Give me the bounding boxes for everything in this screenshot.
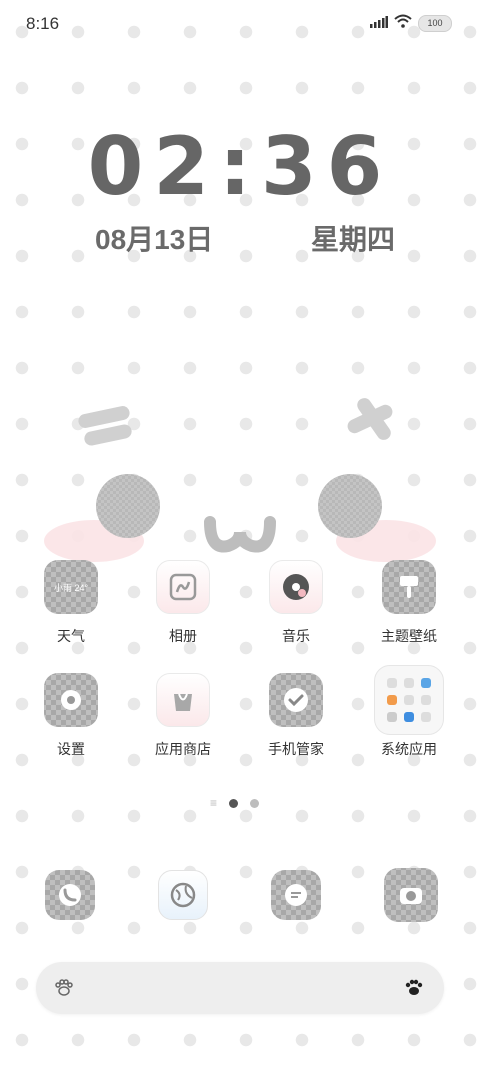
app-system-folder[interactable]: 系统应用	[353, 665, 465, 759]
date-line: 08月13日 星期四	[95, 218, 395, 258]
page-indicator[interactable]: ≡	[210, 796, 260, 810]
app-label: 主题壁纸	[381, 628, 437, 644]
wifi-icon	[394, 14, 412, 33]
date-text: 08月13日	[95, 224, 214, 255]
mouth-decoration	[200, 512, 280, 561]
page-dot[interactable]	[250, 798, 260, 808]
clock-separator: :	[219, 120, 261, 213]
status-icons: 100	[370, 14, 452, 33]
camera-icon[interactable]	[384, 868, 438, 922]
clock-widget[interactable]: 02:36	[0, 120, 480, 213]
left-eye-decoration	[96, 474, 160, 538]
app-store[interactable]: 应用商店	[127, 673, 239, 759]
paw-filled-icon[interactable]	[404, 978, 424, 1003]
browser-globe-icon[interactable]	[158, 870, 208, 920]
weekday-text: 星期四	[310, 224, 395, 255]
app-label: 相册	[169, 628, 197, 644]
app-music[interactable]: 音乐	[240, 560, 352, 646]
clock-hours: 02	[87, 120, 219, 213]
app-gallery[interactable]: 相册	[127, 560, 239, 646]
music-icon	[269, 560, 323, 614]
paw-outline-icon[interactable]	[54, 978, 74, 1003]
system-apps-folder-icon	[374, 665, 444, 735]
weather-icon-text: 小雨 24°	[53, 582, 89, 593]
app-label: 手机管家	[268, 741, 324, 757]
settings-gear-icon	[44, 673, 98, 727]
signal-icon	[370, 15, 388, 33]
page-dot-active[interactable]	[229, 798, 239, 808]
app-weather[interactable]: 小雨 24° 天气	[15, 560, 127, 646]
theme-brush-icon	[382, 560, 436, 614]
app-label: 音乐	[282, 628, 310, 644]
bottom-search-bar[interactable]	[36, 962, 444, 1014]
status-bar: 8:16 100	[0, 0, 480, 50]
status-time: 8:16	[26, 14, 60, 33]
app-label: 天气	[57, 628, 85, 644]
app-phone-manager[interactable]: 手机管家	[240, 673, 352, 759]
phone-icon[interactable]	[45, 870, 95, 920]
gallery-icon	[156, 560, 210, 614]
menu-lines-icon: ≡	[210, 796, 218, 810]
messages-icon[interactable]	[271, 870, 321, 920]
weather-icon: 小雨 24°	[44, 560, 98, 614]
clock-minutes: 36	[261, 120, 393, 213]
app-label: 应用商店	[155, 741, 211, 757]
battery-icon: 100	[418, 15, 452, 32]
app-settings[interactable]: 设置	[15, 673, 127, 759]
app-label: 系统应用	[381, 741, 437, 757]
app-theme[interactable]: 主题壁纸	[353, 560, 465, 646]
security-check-icon	[269, 673, 323, 727]
app-label: 设置	[57, 741, 85, 757]
right-eye-decoration	[318, 474, 382, 538]
app-store-bag-icon	[156, 673, 210, 727]
